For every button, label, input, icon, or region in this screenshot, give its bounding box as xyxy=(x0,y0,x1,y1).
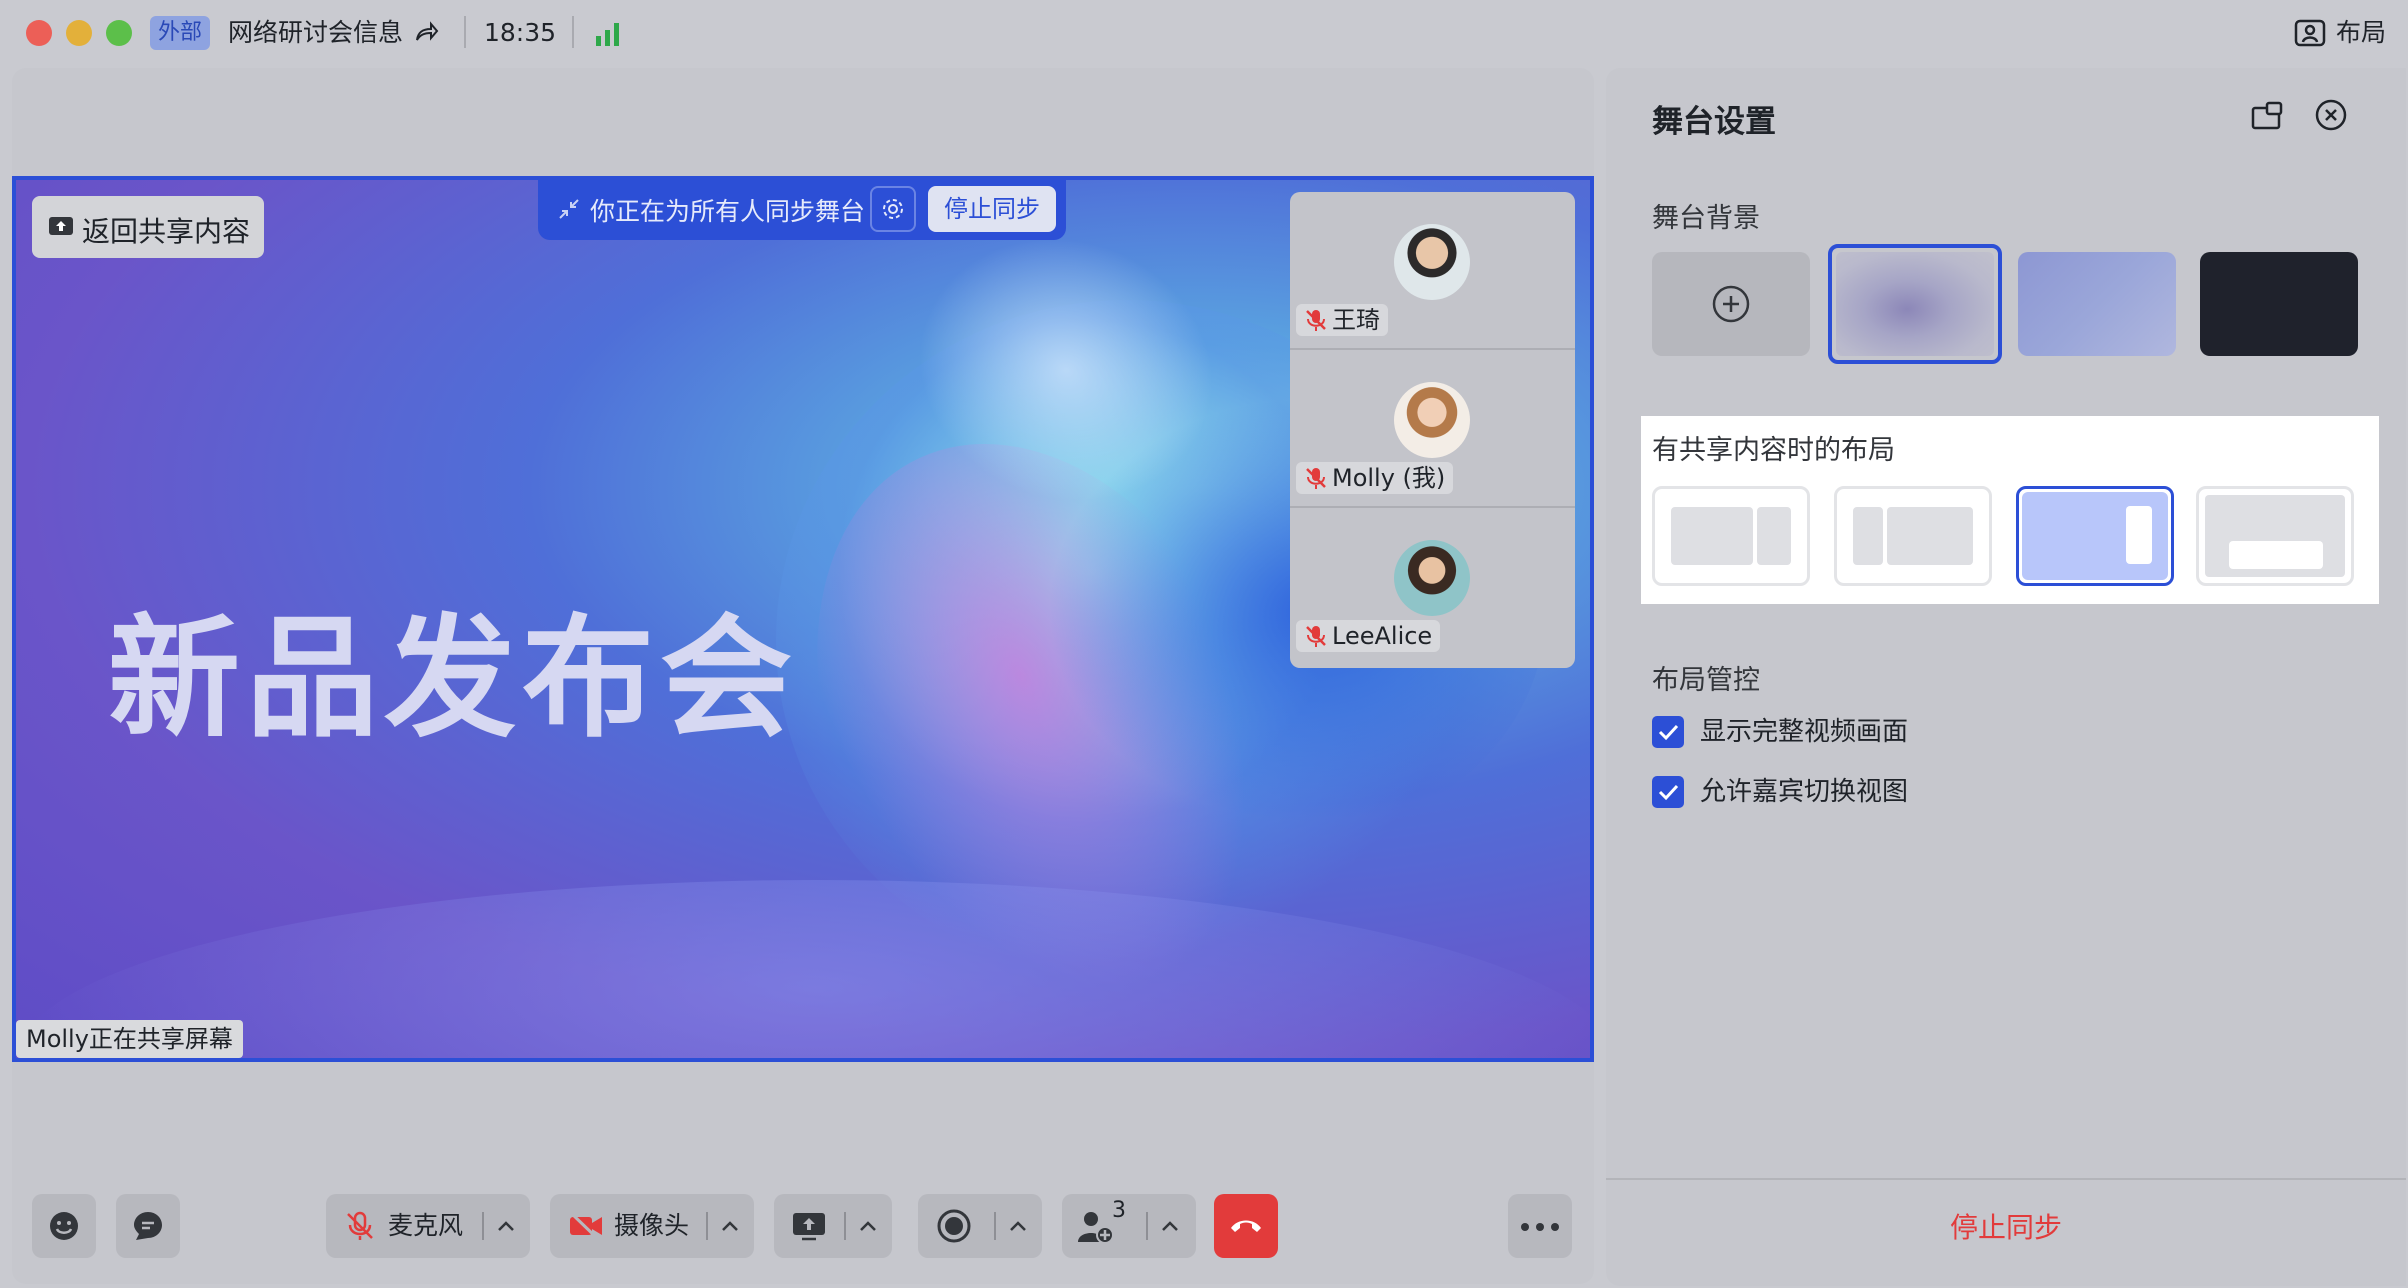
chat-button[interactable] xyxy=(116,1194,180,1258)
allow-guest-switch-label: 允许嘉宾切换视图 xyxy=(1700,777,1909,807)
divider xyxy=(1146,1212,1148,1240)
share-screen-button[interactable] xyxy=(774,1194,892,1258)
participant-name-text: LeeAlice xyxy=(1332,622,1433,650)
layout-option[interactable] xyxy=(2196,486,2354,586)
background-option[interactable] xyxy=(2018,252,2176,356)
camera-button[interactable]: 摄像头 xyxy=(550,1194,754,1258)
mic-muted-icon xyxy=(347,1211,373,1240)
signal-icon[interactable] xyxy=(594,18,624,48)
share-link-icon[interactable] xyxy=(412,18,440,46)
collapse-icon[interactable] xyxy=(558,198,580,220)
participant-tile[interactable]: 王琦 xyxy=(1290,192,1575,350)
divider xyxy=(706,1212,708,1240)
layout-icon[interactable] xyxy=(2294,18,2326,48)
slide-title: 新品发布会 xyxy=(108,602,798,756)
participant-name-text: Molly (我) xyxy=(1332,464,1446,492)
reaction-button[interactable] xyxy=(32,1194,96,1258)
maximize-window-button[interactable] xyxy=(106,20,132,46)
divider xyxy=(572,16,574,48)
avatar xyxy=(1394,382,1470,458)
chevron-up-icon[interactable] xyxy=(716,1212,744,1240)
plus-circle-icon xyxy=(1712,285,1750,323)
stop-sync-button[interactable]: 停止同步 xyxy=(928,186,1056,232)
screen-share-icon xyxy=(48,214,74,240)
popout-icon[interactable] xyxy=(2250,100,2284,132)
chevron-up-icon[interactable] xyxy=(854,1212,882,1240)
sync-settings-button[interactable] xyxy=(870,186,916,232)
more-icon xyxy=(1521,1223,1559,1231)
background-section-title: 舞台背景 xyxy=(1652,203,1760,234)
background-option[interactable] xyxy=(2200,252,2358,356)
background-option-selected[interactable] xyxy=(1828,244,2002,364)
divider xyxy=(844,1212,846,1240)
panel-title: 舞台设置 xyxy=(1652,104,1776,140)
divider xyxy=(482,1212,484,1240)
camera-label: 摄像头 xyxy=(614,1211,690,1240)
record-button[interactable] xyxy=(918,1194,1042,1258)
mic-muted-icon xyxy=(1306,468,1326,489)
layout-option[interactable] xyxy=(1652,486,1810,586)
stop-sync-panel-button[interactable]: 停止同步 xyxy=(1606,1186,2406,1270)
chevron-up-icon[interactable] xyxy=(1156,1212,1184,1240)
more-options-button[interactable] xyxy=(1508,1194,1572,1258)
mic-muted-icon xyxy=(1306,310,1326,331)
meeting-time: 18:35 xyxy=(484,18,557,47)
layout-section-title: 有共享内容时的布局 xyxy=(1652,435,1895,466)
check-icon xyxy=(1658,724,1679,741)
participant-name: LeeAlice xyxy=(1296,620,1441,652)
close-icon[interactable] xyxy=(2314,98,2348,132)
allow-guest-switch-checkbox[interactable] xyxy=(1652,776,1684,808)
screen-share-icon xyxy=(793,1213,825,1241)
close-window-button[interactable] xyxy=(26,20,52,46)
mic-muted-icon xyxy=(1306,626,1326,647)
participant-count: 3 xyxy=(1112,1198,1126,1223)
layout-control-title: 布局管控 xyxy=(1652,665,1760,696)
check-icon xyxy=(1658,784,1679,801)
microphone-button[interactable]: 麦克风 xyxy=(326,1194,530,1258)
chevron-up-icon[interactable] xyxy=(492,1212,520,1240)
sharing-status-label: Molly正在共享屏幕 xyxy=(16,1020,243,1058)
sync-status-bar: 你正在为所有人同步舞台 停止同步 xyxy=(538,178,1066,240)
chevron-up-icon[interactable] xyxy=(1004,1212,1032,1240)
sync-status-text: 你正在为所有人同步舞台 xyxy=(590,197,866,226)
participant-name: Molly (我) xyxy=(1296,462,1454,494)
divider xyxy=(994,1212,996,1240)
layout-option-selected[interactable] xyxy=(2016,486,2174,586)
hang-up-icon xyxy=(1231,1220,1261,1232)
add-participant-icon xyxy=(1078,1212,1114,1244)
emoji-icon xyxy=(50,1212,78,1240)
avatar xyxy=(1394,224,1470,300)
layout-option[interactable] xyxy=(1834,486,1992,586)
mic-label: 麦克风 xyxy=(388,1211,464,1240)
chat-icon xyxy=(134,1212,162,1240)
minimize-window-button[interactable] xyxy=(66,20,92,46)
title-bar: 外部 网络研讨会信息 18:35 布局 xyxy=(0,0,2408,66)
participant-tile[interactable]: Molly (我) xyxy=(1290,350,1575,508)
participants-button[interactable]: 3 xyxy=(1062,1194,1196,1258)
participant-tile[interactable]: LeeAlice xyxy=(1290,508,1575,666)
divider xyxy=(464,16,466,48)
gear-icon xyxy=(883,199,903,219)
meeting-title[interactable]: 网络研讨会信息 xyxy=(228,16,403,50)
back-to-shared-label: 返回共享内容 xyxy=(82,215,251,248)
participant-name: 王琦 xyxy=(1296,304,1388,336)
leave-meeting-button[interactable] xyxy=(1214,1194,1278,1258)
participant-panel: 王琦 Molly (我) LeeAlice xyxy=(1290,192,1575,668)
add-background-button[interactable] xyxy=(1652,252,1810,356)
layout-button-label[interactable]: 布局 xyxy=(2336,16,2386,50)
participant-name-text: 王琦 xyxy=(1332,306,1380,334)
show-full-video-label: 显示完整视频画面 xyxy=(1700,717,1909,747)
back-to-shared-content-button[interactable]: 返回共享内容 xyxy=(32,196,264,258)
camera-off-icon xyxy=(569,1211,602,1242)
avatar xyxy=(1394,540,1470,616)
show-full-video-checkbox[interactable] xyxy=(1652,716,1684,748)
divider xyxy=(1606,1178,2406,1180)
record-icon xyxy=(937,1209,971,1243)
external-tag: 外部 xyxy=(150,16,211,50)
